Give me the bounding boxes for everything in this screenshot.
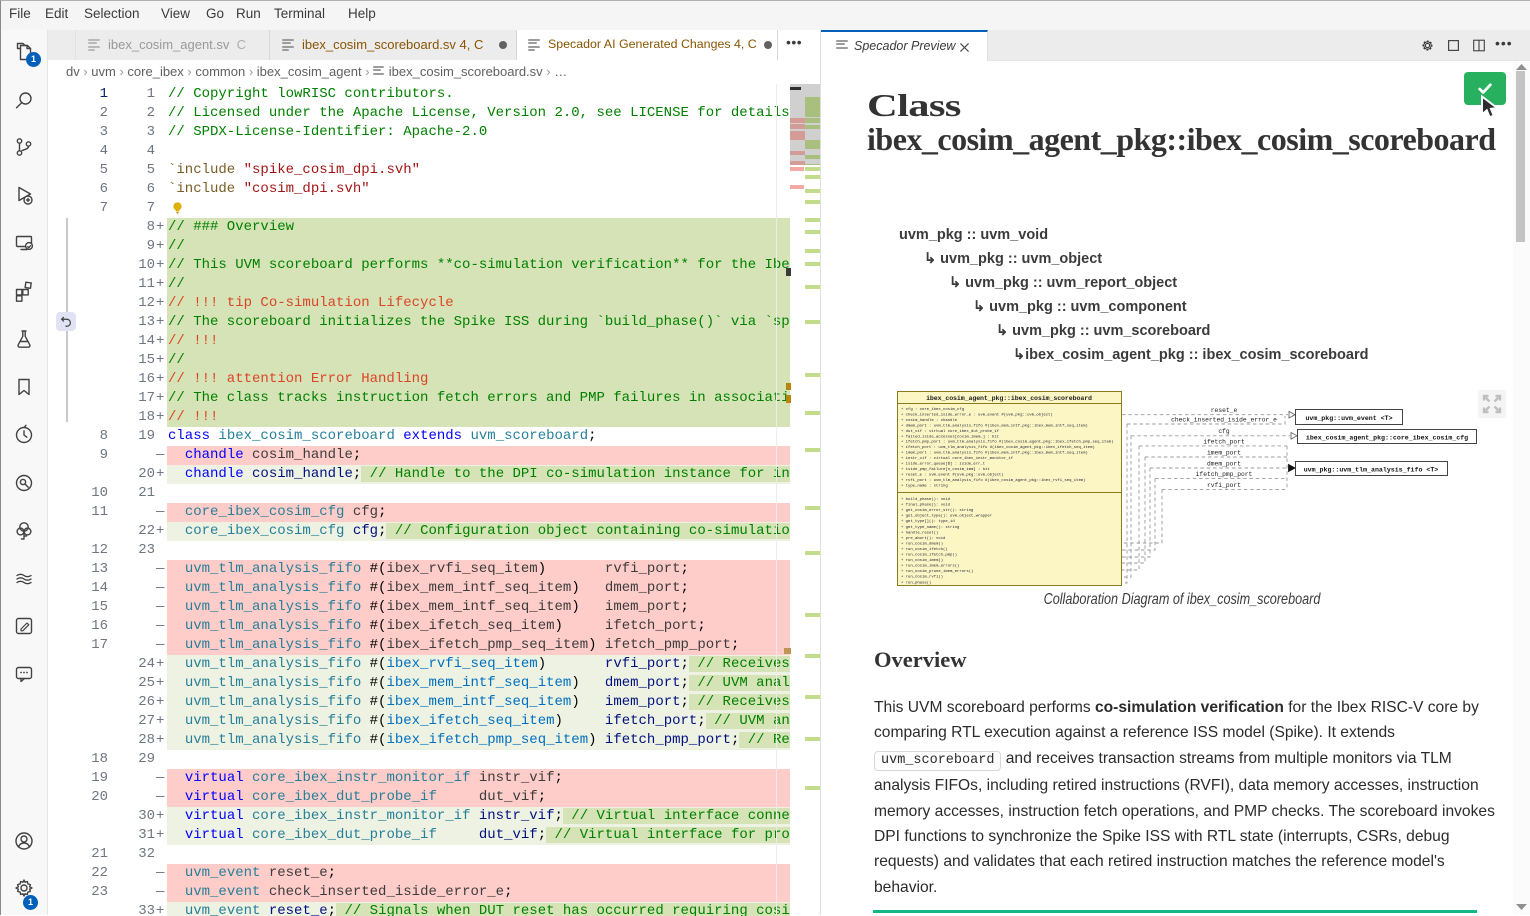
svg-text:+ instr_vif : virtual core_ibe: + instr_vif : virtual core_ibex_instr_mo…: [901, 456, 1014, 461]
svg-text:+ ifetch_pmp_port : uvm_tlm_an: + ifetch_pmp_port : uvm_tlm_analysis_fif…: [901, 440, 1113, 445]
svg-text:+ run_cosim_ifetch_pmp(): + run_cosim_ifetch_pmp(): [901, 553, 957, 558]
svg-text:ibex_cosim_agent_pkg::ibex_cos: ibex_cosim_agent_pkg::ibex_cosim_scorebo…: [926, 395, 1092, 402]
svg-text:+ final_phase(): void: + final_phase(): void: [901, 503, 950, 508]
svg-text:imem_port: imem_port: [1207, 450, 1241, 457]
svg-text:+ run_cosim_imem(): + run_cosim_imem(): [901, 558, 943, 563]
svg-text:+ get_type_name(): string: + get_type_name(): string: [901, 525, 959, 530]
svg-text:+ cosim_handle : chandle: + cosim_handle : chandle: [901, 418, 958, 423]
svg-text:+ run_cosim_ifetch(): + run_cosim_ifetch(): [901, 547, 948, 552]
svg-text:reset_e: reset_e: [1211, 407, 1238, 414]
svg-text:uvm_pkg::uvm_tlm_analysis_fifo: uvm_pkg::uvm_tlm_analysis_fifo <T>: [1304, 466, 1439, 473]
svg-text:ifetch_pmp_port: ifetch_pmp_port: [1196, 471, 1253, 478]
svg-text:ifetch_port: ifetch_port: [1203, 439, 1245, 446]
svg-text:+ dmem_port : uvm_tlm_analysis: + dmem_port : uvm_tlm_analysis_fifo #(ib…: [901, 423, 1088, 428]
svg-text:rvfi_port: rvfi_port: [1207, 482, 1241, 489]
svg-text:+ handle_reset(): + handle_reset(): [901, 530, 938, 535]
svg-text:+ get_object_type(): uvm_objec: + get_object_type(): uvm_object_wrapper: [901, 514, 992, 519]
svg-text:+ get_cosim_error_str(): strin: + get_cosim_error_str(): string: [901, 508, 973, 513]
svg-text:dmem_port: dmem_port: [1207, 461, 1241, 468]
svg-text:uvm_pkg::uvm_event <T>: uvm_pkg::uvm_event <T>: [1305, 415, 1392, 422]
svg-text:+ check_inserted_iside_error_e: + check_inserted_iside_error_e : uvm_eve…: [901, 412, 1053, 417]
svg-text:+ imem_port : uvm_tlm_analysis: + imem_port : uvm_tlm_analysis_fifo #(ib…: [901, 451, 1088, 456]
svg-text:+ cfg : core_ibex_cosim_cfg: + cfg : core_ibex_cosim_cfg: [901, 407, 964, 412]
svg-text:+ run_cosim_prune_imem_errors(: + run_cosim_prune_imem_errors(): [901, 569, 973, 574]
svg-text:check_inserted_iside_error_e: check_inserted_iside_error_e: [1171, 417, 1277, 424]
svg-text:+ run_cosim_dmem(): + run_cosim_dmem(): [901, 541, 943, 546]
svg-text:+ rvfi_port : uvm_tlm_analysis: + rvfi_port : uvm_tlm_analysis_fifo #(ib…: [901, 478, 1085, 483]
svg-text:ibex_cosim_agent_pkg::core_ibe: ibex_cosim_agent_pkg::core_ibex_cosim_cf…: [1306, 434, 1468, 441]
svg-text:+ ifetch_port : uvm_tlm_analys: + ifetch_port : uvm_tlm_analysis_fifo #(…: [901, 445, 1095, 450]
svg-text:+ build_phase(): void: + build_phase(): void: [901, 497, 950, 502]
svg-text:+ run_cosim_imem_errors(): + run_cosim_imem_errors(): [901, 564, 959, 569]
svg-text:+ reset_e : uvm_event #(uvm_pk: + reset_e : uvm_event #(uvm_pkg::uvm_obj…: [901, 472, 1004, 477]
svg-text:+ iside_error_queue[$] : iside: + iside_error_queue[$] : iside_err_t: [901, 462, 985, 467]
svg-text:+ run_cosim_rvfi(): + run_cosim_rvfi(): [901, 575, 943, 580]
svg-text:+ get_type[](): type_id: + get_type[](): type_id: [901, 519, 955, 524]
svg-text:+ failed_iside_accesses[cosim_: + failed_iside_accesses[cosim_imem_] : b…: [901, 434, 999, 439]
svg-text:+ pre_abort(): void: + pre_abort(): void: [901, 536, 945, 541]
svg-text:cfg: cfg: [1218, 428, 1230, 435]
svg-text:+ type_name : string: + type_name : string: [901, 483, 948, 488]
svg-text:+ dut_vif : virtual core_ibex_: + dut_vif : virtual core_ibex_dut_probe_…: [901, 429, 1000, 434]
svg-text:+ run_phase(): + run_phase(): [901, 580, 931, 585]
svg-text:+ iside_pmp_failure[n_cosim_im: + iside_pmp_failure[n_cosim_imm] : bit: [901, 467, 990, 472]
